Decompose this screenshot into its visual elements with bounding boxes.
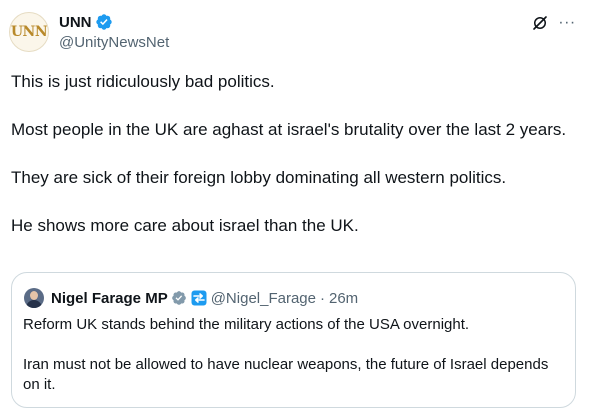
quoted-paragraph: Iran must not be allowed to have nuclear…	[23, 356, 549, 393]
quoted-separator: ·	[319, 289, 325, 307]
verified-badge-icon	[95, 14, 112, 30]
avatar-logo: UNN	[10, 24, 48, 40]
author-name-row: UNN	[59, 12, 113, 32]
avatar-face	[30, 291, 38, 300]
quoted-handle[interactable]: @Nigel_Farage	[211, 290, 316, 307]
affiliate-icon[interactable]	[191, 290, 207, 306]
quoted-header: Nigel Farage MP @Nigel_Farage · 26m	[51, 288, 358, 308]
author-avatar[interactable]: UNN	[9, 12, 49, 52]
government-badge-icon	[171, 291, 186, 305]
tweet-paragraph: He shows more care about israel than the…	[11, 216, 359, 235]
quoted-paragraph: Reform UK stands behind the military act…	[23, 316, 470, 333]
tweet-text: This is just ridiculously bad politics. …	[11, 70, 581, 238]
author-handle[interactable]: @UnityNewsNet	[59, 34, 169, 51]
tweet-paragraph: They are sick of their foreign lobby dom…	[11, 168, 507, 187]
quoted-timestamp[interactable]: 26m	[329, 290, 358, 307]
grok-icon[interactable]	[531, 14, 549, 32]
tweet: UNN UNN @UnityNewsNet ··· This is just r…	[0, 0, 593, 417]
tweet-paragraph: This is just ridiculously bad politics.	[11, 72, 275, 91]
author-display-name[interactable]: UNN	[59, 14, 92, 31]
quoted-text: Reform UK stands behind the military act…	[23, 315, 563, 395]
quoted-display-name[interactable]: Nigel Farage MP	[51, 290, 168, 307]
avatar-suit	[26, 300, 42, 308]
quoted-tweet[interactable]: Nigel Farage MP @Nigel_Farage · 26m Refo…	[11, 272, 576, 408]
tweet-paragraph: Most people in the UK are aghast at isra…	[11, 120, 567, 139]
more-options-icon[interactable]: ···	[557, 14, 577, 32]
quoted-avatar[interactable]	[24, 288, 44, 308]
